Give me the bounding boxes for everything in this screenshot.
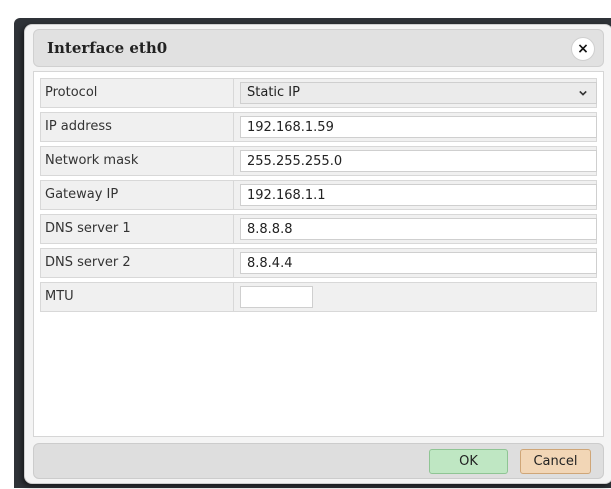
ip-address-row: IP address bbox=[40, 112, 597, 142]
gateway-ip-row: Gateway IP bbox=[40, 180, 597, 210]
network-mask-input[interactable] bbox=[240, 150, 597, 172]
dns-server-1-input[interactable] bbox=[240, 218, 597, 240]
dialog-title: Interface eth0 bbox=[47, 39, 168, 57]
protocol-select[interactable]: Static IP bbox=[240, 82, 597, 104]
ip-address-label: IP address bbox=[45, 119, 112, 134]
close-button[interactable]: × bbox=[571, 37, 595, 61]
protocol-select-value: Static IP bbox=[247, 85, 300, 100]
row-divider bbox=[233, 181, 234, 209]
network-mask-row: Network mask bbox=[40, 146, 597, 176]
mtu-input[interactable] bbox=[240, 286, 313, 308]
mtu-label: MTU bbox=[45, 289, 74, 304]
row-divider bbox=[233, 283, 234, 311]
cancel-button[interactable]: Cancel bbox=[520, 449, 591, 474]
dns-server-2-row: DNS server 2 bbox=[40, 248, 597, 278]
dns-server-1-row: DNS server 1 bbox=[40, 214, 597, 244]
dns-server-2-input[interactable] bbox=[240, 252, 597, 274]
network-mask-label: Network mask bbox=[45, 153, 139, 168]
mtu-row: MTU bbox=[40, 282, 597, 312]
interface-form: Protocol Static IP IP address Network ma… bbox=[33, 71, 604, 437]
protocol-label: Protocol bbox=[45, 85, 98, 100]
row-divider bbox=[233, 147, 234, 175]
ok-button[interactable]: OK bbox=[429, 449, 508, 474]
row-divider bbox=[233, 79, 234, 107]
dns-server-1-label: DNS server 1 bbox=[45, 221, 131, 236]
protocol-row: Protocol Static IP bbox=[40, 78, 597, 108]
dialog-titlebar: Interface eth0 × bbox=[33, 29, 604, 67]
gateway-ip-input[interactable] bbox=[240, 184, 597, 206]
row-divider bbox=[233, 215, 234, 243]
dialog-footer: OK Cancel bbox=[33, 443, 604, 479]
close-icon: × bbox=[577, 41, 589, 57]
interface-dialog: Interface eth0 × Protocol Static IP IP a… bbox=[24, 24, 611, 484]
row-divider bbox=[233, 249, 234, 277]
chevron-down-icon bbox=[579, 90, 587, 96]
row-divider bbox=[233, 113, 234, 141]
gateway-ip-label: Gateway IP bbox=[45, 187, 119, 202]
dns-server-2-label: DNS server 2 bbox=[45, 255, 131, 270]
ip-address-input[interactable] bbox=[240, 116, 597, 138]
